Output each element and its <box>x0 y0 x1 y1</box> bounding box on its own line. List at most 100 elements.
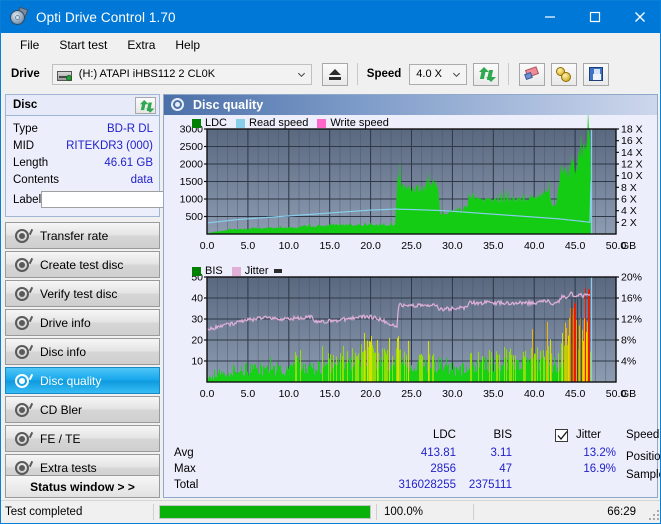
svg-text:45.0: 45.0 <box>565 240 586 252</box>
svg-text:8%: 8% <box>621 335 636 347</box>
close-button[interactable] <box>617 1 660 33</box>
stats-row-total-key: Total <box>174 479 199 491</box>
disc-ring-icon <box>13 373 34 389</box>
resize-grip[interactable] <box>649 510 659 520</box>
svg-text:35.0: 35.0 <box>483 388 504 400</box>
disc-quality-icon <box>170 98 185 112</box>
stats-col-bis: BIS <box>493 429 512 441</box>
panel-title: Disc quality <box>193 98 264 112</box>
drive-select[interactable]: (H:) ATAPI iHBS112 2 CL0K <box>51 63 312 85</box>
statistics-area: LDC BIS Jitter Avg 413.81 3.11 13.2% Max… <box>164 425 660 497</box>
svg-text:8 X: 8 X <box>621 182 637 194</box>
disc-ring-icon <box>13 344 34 360</box>
legend-swatch-bis <box>192 266 201 276</box>
toolbar-separator-2 <box>508 63 510 85</box>
svg-text:0.0: 0.0 <box>200 240 215 252</box>
drive-icon <box>56 68 72 82</box>
caption-buttons <box>527 1 660 33</box>
progress-percent: 100.0% <box>384 506 424 518</box>
sidebar-item-label: Transfer rate <box>40 228 109 243</box>
eject-button[interactable] <box>321 62 348 86</box>
sidebar-item-disc-info[interactable]: Disc info <box>5 338 160 365</box>
stats-row-max-key: Max <box>174 463 196 475</box>
eraser-icon <box>523 66 541 81</box>
tools-button[interactable] <box>551 62 578 86</box>
stats-row-avg-key: Avg <box>174 447 194 459</box>
drive-select-value: (H:) ATAPI iHBS112 2 CL0K <box>78 68 216 80</box>
sidebar-item-cd-bler[interactable]: CD Bler <box>5 396 160 423</box>
check-icon <box>557 431 568 441</box>
stats-total-bis: 2375111 <box>468 479 512 491</box>
sidebar-item-fe-te[interactable]: FE / TE <box>5 425 160 452</box>
sidebar-item-transfer-rate[interactable]: Transfer rate <box>5 222 160 249</box>
svg-text:25.0: 25.0 <box>401 388 422 400</box>
sidebar-item-disc-quality[interactable]: Disc quality <box>5 367 160 394</box>
legend-label-read-speed: Read speed <box>249 117 309 129</box>
disc-field-type-key: Type <box>13 122 38 135</box>
chevron-down-icon <box>453 72 461 78</box>
svg-text:40.0: 40.0 <box>524 240 545 252</box>
erase-button[interactable] <box>519 62 546 86</box>
menu-help[interactable]: Help <box>166 36 209 54</box>
disc-field-type: Type BD-R DL <box>13 120 153 137</box>
jitter-checkbox[interactable] <box>555 429 568 442</box>
svg-text:20.0: 20.0 <box>360 388 381 400</box>
svg-text:1000: 1000 <box>180 194 204 206</box>
speed-select-value: 4.0 X <box>416 68 442 80</box>
speed-select[interactable]: 4.0 X <box>409 63 468 85</box>
svg-text:10.0: 10.0 <box>279 240 300 252</box>
legend-entry-read-speed: Read speed <box>236 117 308 129</box>
svg-text:0.0: 0.0 <box>200 388 215 400</box>
refresh-speed-button[interactable] <box>473 62 500 86</box>
svg-text:GB: GB <box>621 388 636 400</box>
sidebar-item-label: Create test disc <box>40 257 124 272</box>
minimize-button[interactable] <box>527 1 572 33</box>
chevron-down-icon <box>297 72 305 78</box>
menu-extra[interactable]: Extra <box>118 36 164 54</box>
disc-refresh-button[interactable] <box>135 96 156 114</box>
svg-text:18 X: 18 X <box>621 124 643 136</box>
svg-text:14 X: 14 X <box>621 147 643 159</box>
sidebar-item-drive-info[interactable]: Drive info <box>5 309 160 336</box>
sidebar-item-create-test-disc[interactable]: Create test disc <box>5 251 160 278</box>
svg-text:2500: 2500 <box>180 141 204 153</box>
stats-max-jitter: 16.9% <box>583 463 616 475</box>
toolbar: Drive (H:) ATAPI iHBS112 2 CL0K Speed 4.… <box>1 57 660 91</box>
sidebar-item-verify-test-disc[interactable]: Verify test disc <box>5 280 160 307</box>
svg-text:20: 20 <box>191 335 203 347</box>
svg-text:10 X: 10 X <box>621 170 643 182</box>
disc-info-panel: Disc Type BD-R DL MID RITEKDR3 (000) Len… <box>5 94 244 217</box>
maximize-button[interactable] <box>572 1 617 33</box>
disc-field-type-value: BD-R DL <box>106 122 153 135</box>
svg-text:5.0: 5.0 <box>241 240 256 252</box>
elapsed-time: 66:29 <box>607 506 636 518</box>
legend-label-jitter: Jitter <box>244 265 269 277</box>
sidebar-nav: Transfer rate Create test disc Verify te… <box>5 222 160 481</box>
svg-text:5.0: 5.0 <box>241 388 256 400</box>
disc-panel-header: Disc <box>6 95 159 116</box>
legend-swatch-ldc <box>192 118 201 128</box>
stats-col-ldc: LDC <box>432 429 456 441</box>
svg-text:4 X: 4 X <box>621 205 637 217</box>
svg-text:30.0: 30.0 <box>442 388 463 400</box>
menu-start-test[interactable]: Start test <box>50 36 116 54</box>
gold-tools-icon <box>556 66 572 82</box>
disc-quality-panel: Disc quality LDC Read speed Write speed … <box>163 94 660 498</box>
svg-text:20.0: 20.0 <box>360 240 381 252</box>
legend-swatch-jitter <box>231 266 241 276</box>
svg-text:12%: 12% <box>621 314 642 326</box>
sidebar: Disc Type BD-R DL MID RITEKDR3 (000) Len… <box>5 94 244 498</box>
bis-plot-svg: 10203040504%8%12%16%20%0.0 5.0 10.0 15.0 20.… <box>191 272 642 401</box>
status-window-button[interactable]: Status window > > <box>5 475 160 498</box>
svg-text:16%: 16% <box>621 293 642 305</box>
save-button[interactable] <box>583 62 610 86</box>
status-message: Test completed <box>5 506 83 518</box>
menu-file[interactable]: File <box>11 36 48 54</box>
legend-swatch-read-speed <box>236 118 246 128</box>
disc-field-mid: MID RITEKDR3 (000) <box>13 137 153 154</box>
svg-text:15.0: 15.0 <box>319 240 340 252</box>
svg-text:2000: 2000 <box>180 159 204 171</box>
legend-label-write-speed: Write speed <box>330 117 389 129</box>
disc-field-contents: Contents data <box>13 171 153 188</box>
progress-bar-fill <box>160 506 370 518</box>
